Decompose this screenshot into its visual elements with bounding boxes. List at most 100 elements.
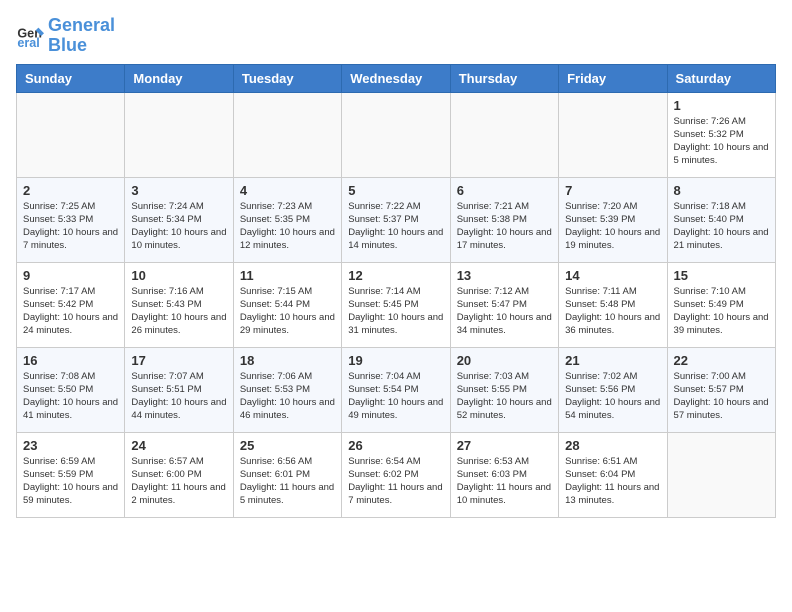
day-info: Sunrise: 7:20 AM Sunset: 5:39 PM Dayligh… [565, 200, 660, 253]
day-number: 7 [565, 183, 660, 198]
day-info: Sunrise: 7:18 AM Sunset: 5:40 PM Dayligh… [674, 200, 769, 253]
day-number: 10 [131, 268, 226, 283]
day-number: 20 [457, 353, 552, 368]
day-number: 12 [348, 268, 443, 283]
calendar-week-1: 1 Sunrise: 7:26 AM Sunset: 5:32 PM Daylig… [17, 92, 776, 177]
day-info: Sunrise: 6:57 AM Sunset: 6:00 PM Dayligh… [131, 455, 226, 508]
calendar-cell: 26 Sunrise: 6:54 AM Sunset: 6:02 PM Dayli… [342, 432, 450, 517]
day-info: Sunrise: 7:11 AM Sunset: 5:48 PM Dayligh… [565, 285, 660, 338]
page-header: Gen eral General Blue [16, 16, 776, 56]
day-info: Sunrise: 7:06 AM Sunset: 5:53 PM Dayligh… [240, 370, 335, 423]
day-number: 13 [457, 268, 552, 283]
day-number: 2 [23, 183, 118, 198]
calendar-cell: 4 Sunrise: 7:23 AM Sunset: 5:35 PM Daylig… [233, 177, 341, 262]
day-number: 11 [240, 268, 335, 283]
day-info: Sunrise: 6:54 AM Sunset: 6:02 PM Dayligh… [348, 455, 443, 508]
day-number: 17 [131, 353, 226, 368]
day-info: Sunrise: 7:08 AM Sunset: 5:50 PM Dayligh… [23, 370, 118, 423]
day-number: 6 [457, 183, 552, 198]
day-number: 9 [23, 268, 118, 283]
calendar-cell [17, 92, 125, 177]
day-info: Sunrise: 7:04 AM Sunset: 5:54 PM Dayligh… [348, 370, 443, 423]
day-number: 27 [457, 438, 552, 453]
column-header-friday: Friday [559, 64, 667, 92]
day-number: 3 [131, 183, 226, 198]
calendar-cell: 9 Sunrise: 7:17 AM Sunset: 5:42 PM Daylig… [17, 262, 125, 347]
calendar-cell [342, 92, 450, 177]
calendar-cell: 17 Sunrise: 7:07 AM Sunset: 5:51 PM Dayli… [125, 347, 233, 432]
calendar-cell: 3 Sunrise: 7:24 AM Sunset: 5:34 PM Daylig… [125, 177, 233, 262]
day-info: Sunrise: 7:23 AM Sunset: 5:35 PM Dayligh… [240, 200, 335, 253]
day-info: Sunrise: 7:21 AM Sunset: 5:38 PM Dayligh… [457, 200, 552, 253]
day-info: Sunrise: 7:02 AM Sunset: 5:56 PM Dayligh… [565, 370, 660, 423]
day-info: Sunrise: 6:51 AM Sunset: 6:04 PM Dayligh… [565, 455, 660, 508]
day-number: 21 [565, 353, 660, 368]
calendar-week-3: 9 Sunrise: 7:17 AM Sunset: 5:42 PM Daylig… [17, 262, 776, 347]
calendar-cell: 25 Sunrise: 6:56 AM Sunset: 6:01 PM Dayli… [233, 432, 341, 517]
day-number: 8 [674, 183, 769, 198]
calendar-cell: 22Sunrise: 7:00 AM Sunset: 5:57 PM Dayli… [667, 347, 775, 432]
calendar-cell: 7 Sunrise: 7:20 AM Sunset: 5:39 PM Daylig… [559, 177, 667, 262]
calendar-cell: 13 Sunrise: 7:12 AM Sunset: 5:47 PM Dayli… [450, 262, 558, 347]
calendar-cell: 8 Sunrise: 7:18 AM Sunset: 5:40 PM Daylig… [667, 177, 775, 262]
calendar-cell [450, 92, 558, 177]
day-number: 5 [348, 183, 443, 198]
day-number: 28 [565, 438, 660, 453]
day-number: 24 [131, 438, 226, 453]
calendar-cell: 27Sunrise: 6:53 AM Sunset: 6:03 PM Dayli… [450, 432, 558, 517]
day-number: 25 [240, 438, 335, 453]
column-header-sunday: Sunday [17, 64, 125, 92]
calendar-cell: 2 Sunrise: 7:25 AM Sunset: 5:33 PM Daylig… [17, 177, 125, 262]
day-number: 22 [674, 353, 769, 368]
calendar-cell: 1 Sunrise: 7:26 AM Sunset: 5:32 PM Daylig… [667, 92, 775, 177]
day-number: 23 [23, 438, 118, 453]
column-header-saturday: Saturday [667, 64, 775, 92]
day-number: 4 [240, 183, 335, 198]
day-info: Sunrise: 7:16 AM Sunset: 5:43 PM Dayligh… [131, 285, 226, 338]
day-info: Sunrise: 7:07 AM Sunset: 5:51 PM Dayligh… [131, 370, 226, 423]
calendar-cell: 24 Sunrise: 6:57 AM Sunset: 6:00 PM Dayli… [125, 432, 233, 517]
day-info: Sunrise: 7:22 AM Sunset: 5:37 PM Dayligh… [348, 200, 443, 253]
day-info: Sunrise: 7:12 AM Sunset: 5:47 PM Dayligh… [457, 285, 552, 338]
day-info: Sunrise: 7:17 AM Sunset: 5:42 PM Dayligh… [23, 285, 118, 338]
day-info: Sunrise: 7:25 AM Sunset: 5:33 PM Dayligh… [23, 200, 118, 253]
day-number: 1 [674, 98, 769, 113]
day-info: Sunrise: 7:26 AM Sunset: 5:32 PM Dayligh… [674, 115, 769, 168]
column-header-thursday: Thursday [450, 64, 558, 92]
logo-text-line2: Blue [48, 36, 115, 56]
calendar-cell: 23 Sunrise: 6:59 AM Sunset: 5:59 PM Dayli… [17, 432, 125, 517]
day-info: Sunrise: 6:59 AM Sunset: 5:59 PM Dayligh… [23, 455, 118, 508]
day-info: Sunrise: 7:24 AM Sunset: 5:34 PM Dayligh… [131, 200, 226, 253]
calendar-week-4: 16 Sunrise: 7:08 AM Sunset: 5:50 PM Dayli… [17, 347, 776, 432]
logo-icon: Gen eral [16, 22, 44, 50]
day-info: Sunrise: 6:56 AM Sunset: 6:01 PM Dayligh… [240, 455, 335, 508]
svg-text:eral: eral [17, 36, 39, 50]
calendar-cell: 19 Sunrise: 7:04 AM Sunset: 5:54 PM Dayli… [342, 347, 450, 432]
day-info: Sunrise: 7:14 AM Sunset: 5:45 PM Dayligh… [348, 285, 443, 338]
column-header-wednesday: Wednesday [342, 64, 450, 92]
day-info: Sunrise: 7:15 AM Sunset: 5:44 PM Dayligh… [240, 285, 335, 338]
day-number: 26 [348, 438, 443, 453]
day-number: 16 [23, 353, 118, 368]
calendar-cell: 18Sunrise: 7:06 AM Sunset: 5:53 PM Dayli… [233, 347, 341, 432]
calendar-cell: 28 Sunrise: 6:51 AM Sunset: 6:04 PM Dayli… [559, 432, 667, 517]
day-number: 19 [348, 353, 443, 368]
calendar-header-row: SundayMondayTuesdayWednesdayThursdayFrid… [17, 64, 776, 92]
calendar-cell: 21 Sunrise: 7:02 AM Sunset: 5:56 PM Dayli… [559, 347, 667, 432]
calendar-week-2: 2 Sunrise: 7:25 AM Sunset: 5:33 PM Daylig… [17, 177, 776, 262]
calendar-cell: 20 Sunrise: 7:03 AM Sunset: 5:55 PM Dayli… [450, 347, 558, 432]
calendar-cell [233, 92, 341, 177]
calendar-table: SundayMondayTuesdayWednesdayThursdayFrid… [16, 64, 776, 518]
day-info: Sunrise: 7:03 AM Sunset: 5:55 PM Dayligh… [457, 370, 552, 423]
calendar-cell [559, 92, 667, 177]
calendar-cell: 12 Sunrise: 7:14 AM Sunset: 5:45 PM Dayli… [342, 262, 450, 347]
calendar-cell: 15Sunrise: 7:10 AM Sunset: 5:49 PM Dayli… [667, 262, 775, 347]
calendar-cell [125, 92, 233, 177]
calendar-cell: 16 Sunrise: 7:08 AM Sunset: 5:50 PM Dayli… [17, 347, 125, 432]
calendar-cell: 10 Sunrise: 7:16 AM Sunset: 5:43 PM Dayli… [125, 262, 233, 347]
logo-text-line1: General [48, 16, 115, 36]
column-header-monday: Monday [125, 64, 233, 92]
calendar-week-5: 23 Sunrise: 6:59 AM Sunset: 5:59 PM Dayli… [17, 432, 776, 517]
calendar-cell: 14Sunrise: 7:11 AM Sunset: 5:48 PM Dayli… [559, 262, 667, 347]
column-header-tuesday: Tuesday [233, 64, 341, 92]
